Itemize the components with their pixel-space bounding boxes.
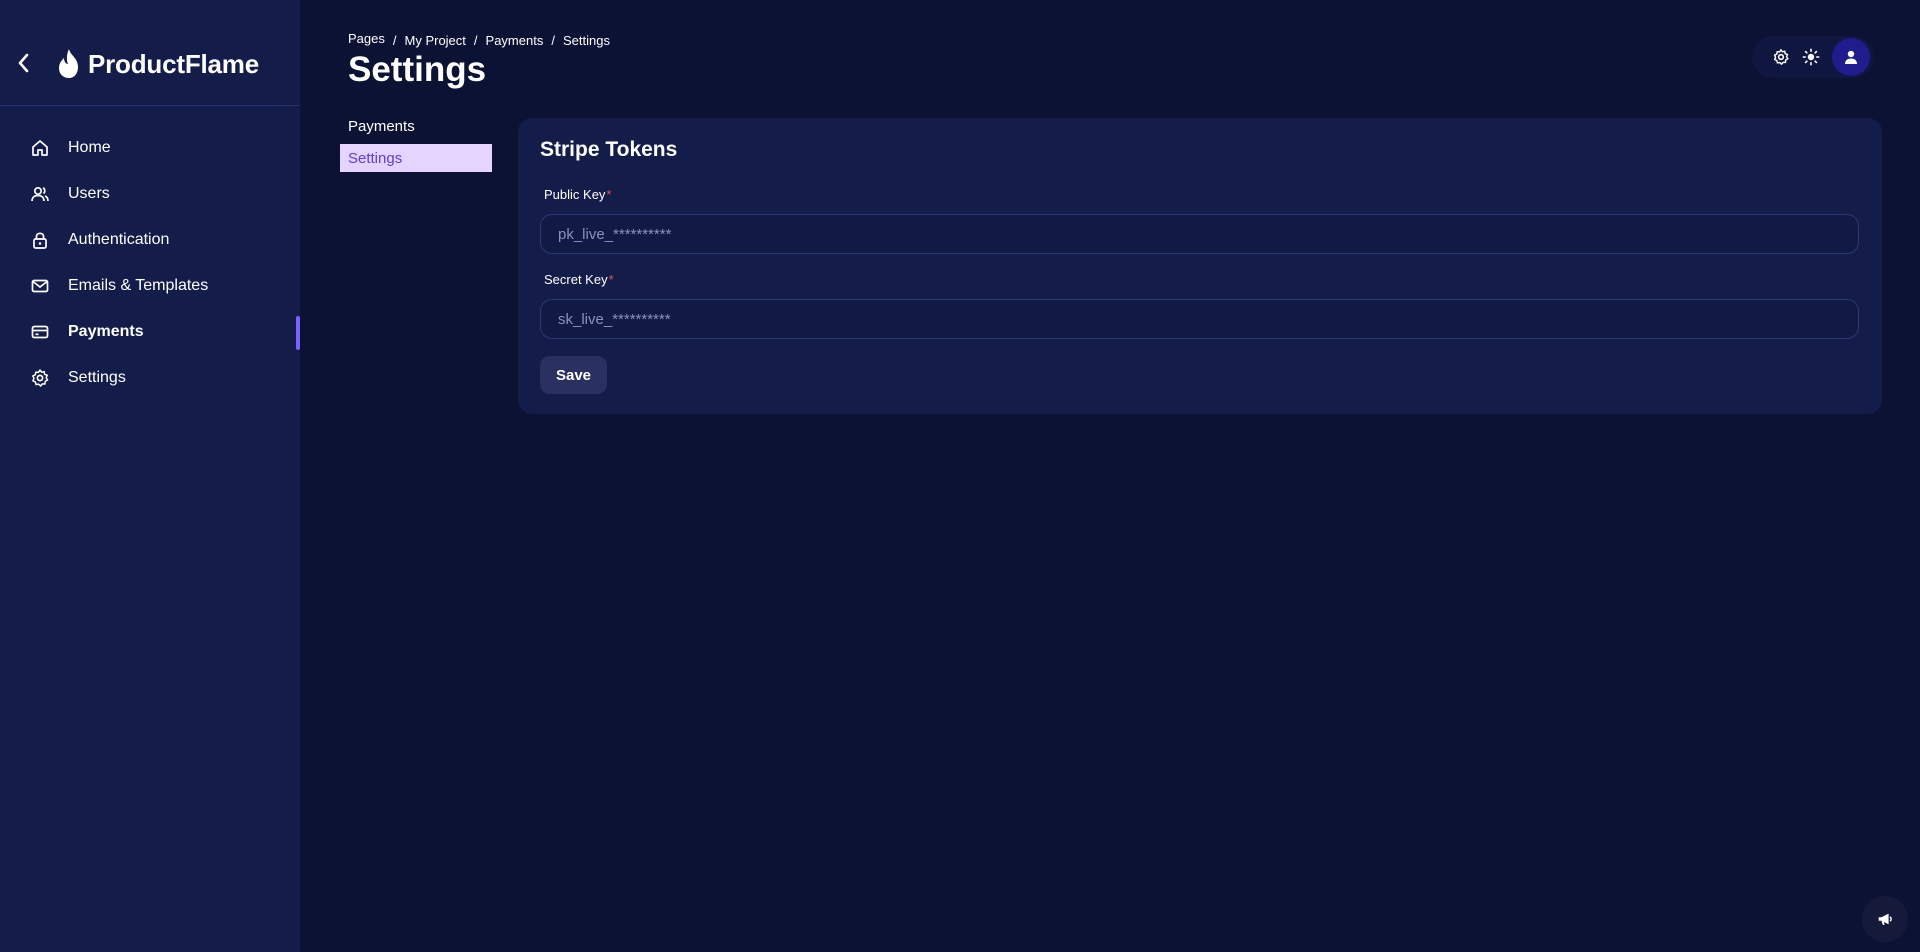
breadcrumb-item[interactable]: Pages [348,31,385,46]
card-title: Stripe Tokens [540,138,678,161]
breadcrumb-item[interactable]: Payments [486,33,544,48]
submenu-item-settings[interactable]: Settings [340,144,492,172]
brand-header: ProductFlame [0,0,300,106]
sidebar-item-label: Emails & Templates [68,277,209,294]
breadcrumb: Pages / My Project / Payments / Settings [348,31,610,48]
sidebar-item-label: Payments [68,323,144,340]
sidebar-item-payments[interactable]: Payments [0,309,300,355]
breadcrumb-item: Settings [562,33,610,48]
logo[interactable]: ProductFlame [56,48,259,80]
mail-icon [30,276,50,296]
secret-key-label-text: Secret Key [544,272,608,287]
sidebar-item-emails-templates[interactable]: Emails & Templates [0,263,300,309]
public-key-label-text: Public Key [544,187,606,202]
sidebar-item-label: Settings [68,369,126,386]
lock-icon [30,230,50,250]
announcements-button[interactable] [1862,896,1908,942]
theme-toggle-button[interactable] [1796,42,1826,72]
chevron-left-icon [18,53,29,73]
sidebar-item-label: Users [68,185,110,202]
flame-icon [56,48,82,80]
gear-icon [30,368,50,388]
submenu-item-payments[interactable]: Payments [340,112,492,140]
users-icon [30,184,50,204]
sidebar-item-label: Authentication [68,231,170,248]
breadcrumb-separator: / [473,33,478,48]
sidebar-item-home[interactable]: Home [0,125,300,171]
sidebar-item-users[interactable]: Users [0,171,300,217]
sidebar-item-authentication[interactable]: Authentication [0,217,300,263]
settings-button[interactable] [1766,42,1796,72]
required-mark: * [606,187,612,202]
sidebar-nav: Home Users Authentication Emails & Templ… [0,125,300,401]
public-key-input[interactable] [540,214,1859,254]
sidebar-item-settings[interactable]: Settings [0,355,300,401]
sidebar: ProductFlame Home Users Authentication E… [0,0,300,952]
app-root: ProductFlame Home Users Authentication E… [0,0,1920,952]
sun-icon [1802,48,1820,66]
home-icon [30,138,50,158]
stripe-tokens-card: Stripe Tokens Public Key* Secret Key* Sa… [518,118,1882,414]
save-button[interactable]: Save [540,356,607,394]
back-button[interactable] [12,50,34,76]
user-icon [1845,50,1857,64]
public-key-label: Public Key* [544,187,611,202]
brand-name: ProductFlame [88,48,259,79]
top-actions [1752,36,1874,78]
credit-card-icon [30,322,50,342]
sidebar-item-label: Home [68,139,111,156]
breadcrumb-separator: / [392,33,397,48]
settings-submenu: Payments Settings [340,112,492,176]
secret-key-input[interactable] [540,299,1859,339]
megaphone-icon [1878,913,1892,925]
gear-icon [1773,49,1789,65]
secret-key-label: Secret Key* [544,272,614,287]
breadcrumb-separator: / [551,33,555,48]
avatar[interactable] [1832,38,1870,76]
breadcrumb-item[interactable]: My Project [405,33,466,48]
required-mark: * [608,272,614,287]
page-title: Settings [348,50,487,89]
